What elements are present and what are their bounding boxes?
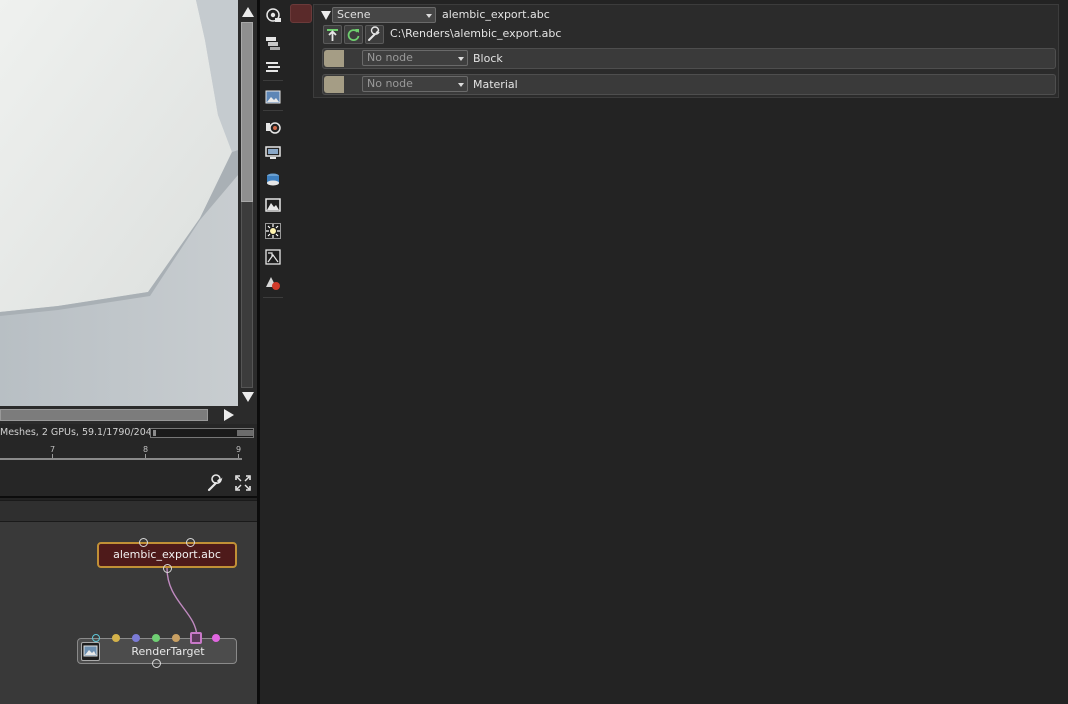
geometry-node-output-pin[interactable] xyxy=(163,564,172,573)
reload-button[interactable] xyxy=(344,25,363,44)
scroll-right-arrow-icon[interactable] xyxy=(224,409,234,421)
render-target-input-pin[interactable] xyxy=(172,634,180,642)
render-camera-icon[interactable] xyxy=(265,7,281,23)
render-target-input-pin[interactable] xyxy=(212,634,220,642)
pin-node-dropdown[interactable]: No node xyxy=(362,76,468,92)
pin-node-dropdown[interactable]: No node xyxy=(362,50,468,66)
inspector-icon-strip xyxy=(260,0,286,704)
scroll-down-arrow-icon[interactable] xyxy=(242,392,254,402)
geometry-node-label: alembic_export.abc xyxy=(113,548,221,561)
timeline-tick-label: 7 xyxy=(50,445,56,454)
camera-settings-icon[interactable] xyxy=(265,119,281,135)
timeline-tick-label: 8 xyxy=(143,445,149,454)
viewer-toolbar xyxy=(0,464,257,498)
horizontal-scroll-thumb[interactable] xyxy=(0,409,208,421)
pin-node-dropdown-value: No node xyxy=(367,77,413,90)
render-target-input-pin[interactable] xyxy=(132,634,140,642)
display-icon[interactable] xyxy=(265,145,281,161)
render-target-input-pin[interactable] xyxy=(152,634,160,642)
icon-strip-separator xyxy=(263,80,283,81)
node-parameters-panel: Scene alembic_export.abc C:\Renders\alem… xyxy=(313,4,1059,98)
collapse-arrow-icon[interactable] xyxy=(321,11,331,20)
pin-swatch[interactable] xyxy=(324,50,344,67)
node-type-value: Scene xyxy=(337,8,371,21)
chevron-down-icon xyxy=(426,14,432,18)
vram-total-marker xyxy=(237,430,253,436)
node-type-dropdown[interactable]: Scene xyxy=(332,7,436,23)
wrench-icon[interactable] xyxy=(207,474,225,492)
chevron-down-icon xyxy=(458,83,464,87)
chevron-down-icon xyxy=(458,57,464,61)
pin-label: Material xyxy=(473,78,518,91)
timeline-track[interactable] xyxy=(0,458,242,460)
image-icon[interactable] xyxy=(265,89,281,105)
node-name-label: alembic_export.abc xyxy=(442,8,550,21)
reload-icon xyxy=(347,29,360,41)
render-preview-image xyxy=(0,0,238,406)
file-path-label: C:\Renders\alembic_export.abc xyxy=(390,27,562,40)
render-target-node-label: RenderTarget xyxy=(131,645,205,658)
node-inspector: Scene alembic_export.abc C:\Renders\alem… xyxy=(286,0,1068,704)
light-icon[interactable] xyxy=(265,223,281,239)
environment-icon[interactable] xyxy=(265,171,281,187)
node-color-swatch[interactable] xyxy=(290,4,312,23)
scrollbar-corner xyxy=(238,406,257,424)
render-target-output-pin[interactable] xyxy=(152,659,161,668)
import-icon xyxy=(327,29,338,41)
timeline-tick-label: 9 xyxy=(236,445,242,454)
import-button[interactable] xyxy=(323,25,342,44)
material-icon[interactable] xyxy=(265,275,281,291)
expand-icon[interactable] xyxy=(234,474,252,492)
vertical-scroll-thumb[interactable] xyxy=(241,22,253,202)
render-target-input-pin[interactable] xyxy=(190,632,202,644)
node-graph-editor[interactable]: alembic_export.abc RenderTarget xyxy=(0,522,257,704)
pin-node-dropdown-value: No node xyxy=(367,51,413,64)
pin-label: Block xyxy=(473,52,503,65)
viewport-horizontal-scrollbar[interactable] xyxy=(0,406,238,424)
pin-row-block[interactable]: No node Block xyxy=(322,48,1056,69)
geometry-node-input-pin[interactable] xyxy=(139,538,148,547)
vram-usage-bar xyxy=(150,428,254,438)
render-viewport[interactable] xyxy=(0,0,238,406)
pin-row-material[interactable]: No node Material xyxy=(322,74,1056,95)
vram-usage-fill xyxy=(153,430,156,436)
icon-strip-separator xyxy=(263,110,283,111)
postprocess-icon[interactable] xyxy=(265,249,281,265)
viewport-vertical-scrollbar[interactable] xyxy=(238,0,257,406)
layers-icon[interactable] xyxy=(265,35,281,51)
animation-timeline[interactable]: 7 8 9 xyxy=(0,442,257,464)
scroll-up-arrow-icon[interactable] xyxy=(242,7,254,17)
node-graph-header xyxy=(0,500,257,522)
settings-button[interactable] xyxy=(365,25,384,44)
icon-strip-separator xyxy=(263,297,283,298)
wrench-icon xyxy=(368,26,380,41)
geometry-node-input-pin[interactable] xyxy=(186,538,195,547)
outliner-icon[interactable] xyxy=(265,58,281,74)
imager-icon[interactable] xyxy=(265,197,281,213)
render-target-input-pin[interactable] xyxy=(92,634,100,642)
pin-swatch[interactable] xyxy=(324,76,344,93)
render-target-input-pin[interactable] xyxy=(112,634,120,642)
